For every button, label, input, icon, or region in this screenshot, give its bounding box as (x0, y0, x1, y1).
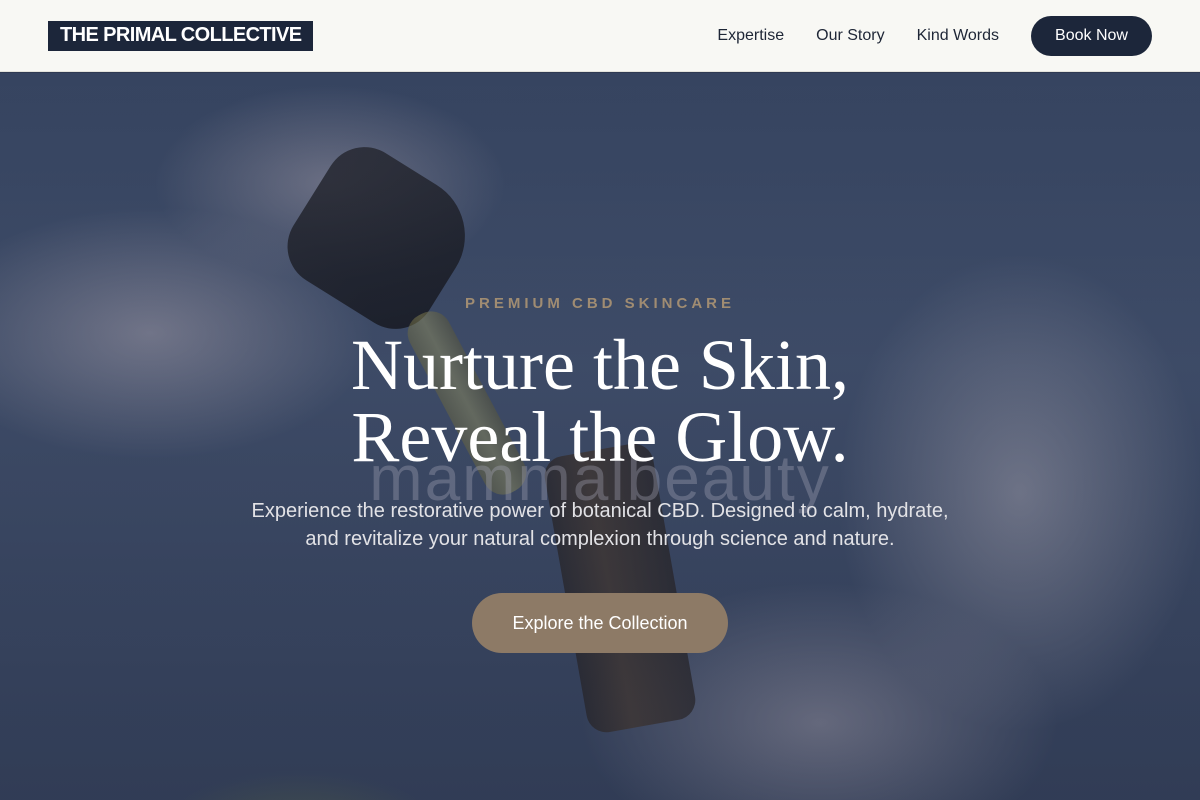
nav-link-our-story[interactable]: Our Story (816, 27, 884, 45)
hero-headline: Nurture the Skin, Reveal the Glow. (0, 329, 1200, 473)
site-logo[interactable]: THE PRIMAL COLLECTIVE (48, 20, 314, 51)
book-now-button[interactable]: Book Now (1031, 15, 1152, 56)
explore-collection-button[interactable]: Explore the Collection (472, 593, 728, 653)
nav-link-expertise[interactable]: Expertise (717, 27, 784, 45)
hero-subtext: Experience the restorative power of bota… (251, 500, 949, 550)
hero-section: PREMIUM CBD SKINCARE mammalbeauty Nurtur… (0, 73, 1200, 800)
headline-line-2: Reveal the Glow. (351, 397, 849, 477)
nav-link-kind-words[interactable]: Kind Words (917, 27, 999, 45)
main-nav: Expertise Our Story Kind Words Book Now (717, 15, 1152, 56)
headline-line-1: Nurture the Skin, (351, 325, 849, 405)
site-header: THE PRIMAL COLLECTIVE Expertise Our Stor… (0, 0, 1200, 72)
hero-eyebrow: PREMIUM CBD SKINCARE (464, 295, 735, 312)
